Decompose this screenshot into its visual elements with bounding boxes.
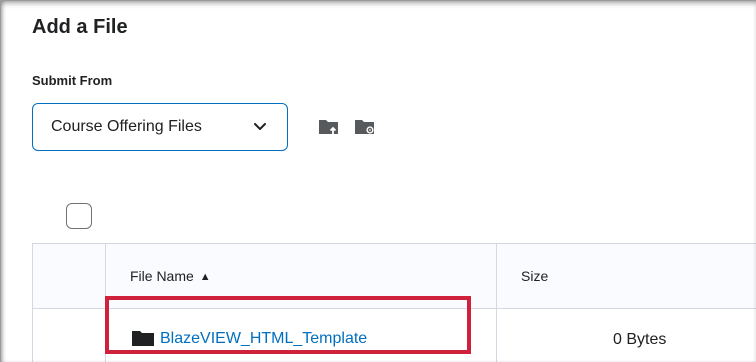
folder-settings-icon[interactable] bbox=[354, 118, 376, 136]
select-all-checkbox[interactable] bbox=[66, 203, 92, 229]
file-name-cell: BlazeVIEW_HTML_Template bbox=[105, 307, 497, 362]
header-size: Size bbox=[496, 243, 756, 309]
submit-from-label: Submit From bbox=[32, 73, 113, 88]
file-name-text: BlazeVIEW_HTML_Template bbox=[160, 329, 368, 347]
table-row: BlazeVIEW_HTML_Template 0 Bytes bbox=[32, 307, 756, 362]
file-link[interactable]: BlazeVIEW_HTML_Template bbox=[132, 330, 367, 348]
table-header-row: File Name ▲ Size bbox=[32, 243, 756, 309]
submit-from-selected-value: Course Offering Files bbox=[51, 118, 202, 135]
folder-upload-icon[interactable] bbox=[318, 118, 340, 136]
chevron-down-icon bbox=[254, 123, 266, 130]
header-file-name-label: File Name bbox=[130, 267, 194, 284]
row-select-cell bbox=[32, 307, 106, 362]
submit-from-select[interactable]: Course Offering Files bbox=[32, 103, 288, 151]
dialog-title: Add a File bbox=[32, 16, 128, 38]
header-select-cell bbox=[32, 243, 106, 309]
sort-ascending-icon: ▲ bbox=[199, 270, 211, 283]
header-file-name[interactable]: File Name ▲ bbox=[105, 243, 497, 309]
add-file-dialog: Add a File Submit From Course Offering F… bbox=[0, 0, 756, 362]
file-table: File Name ▲ Size BlazeVIEW_HTML_Template … bbox=[32, 243, 756, 362]
file-size-cell: 0 Bytes bbox=[496, 307, 756, 362]
folder-icon bbox=[132, 331, 154, 346]
